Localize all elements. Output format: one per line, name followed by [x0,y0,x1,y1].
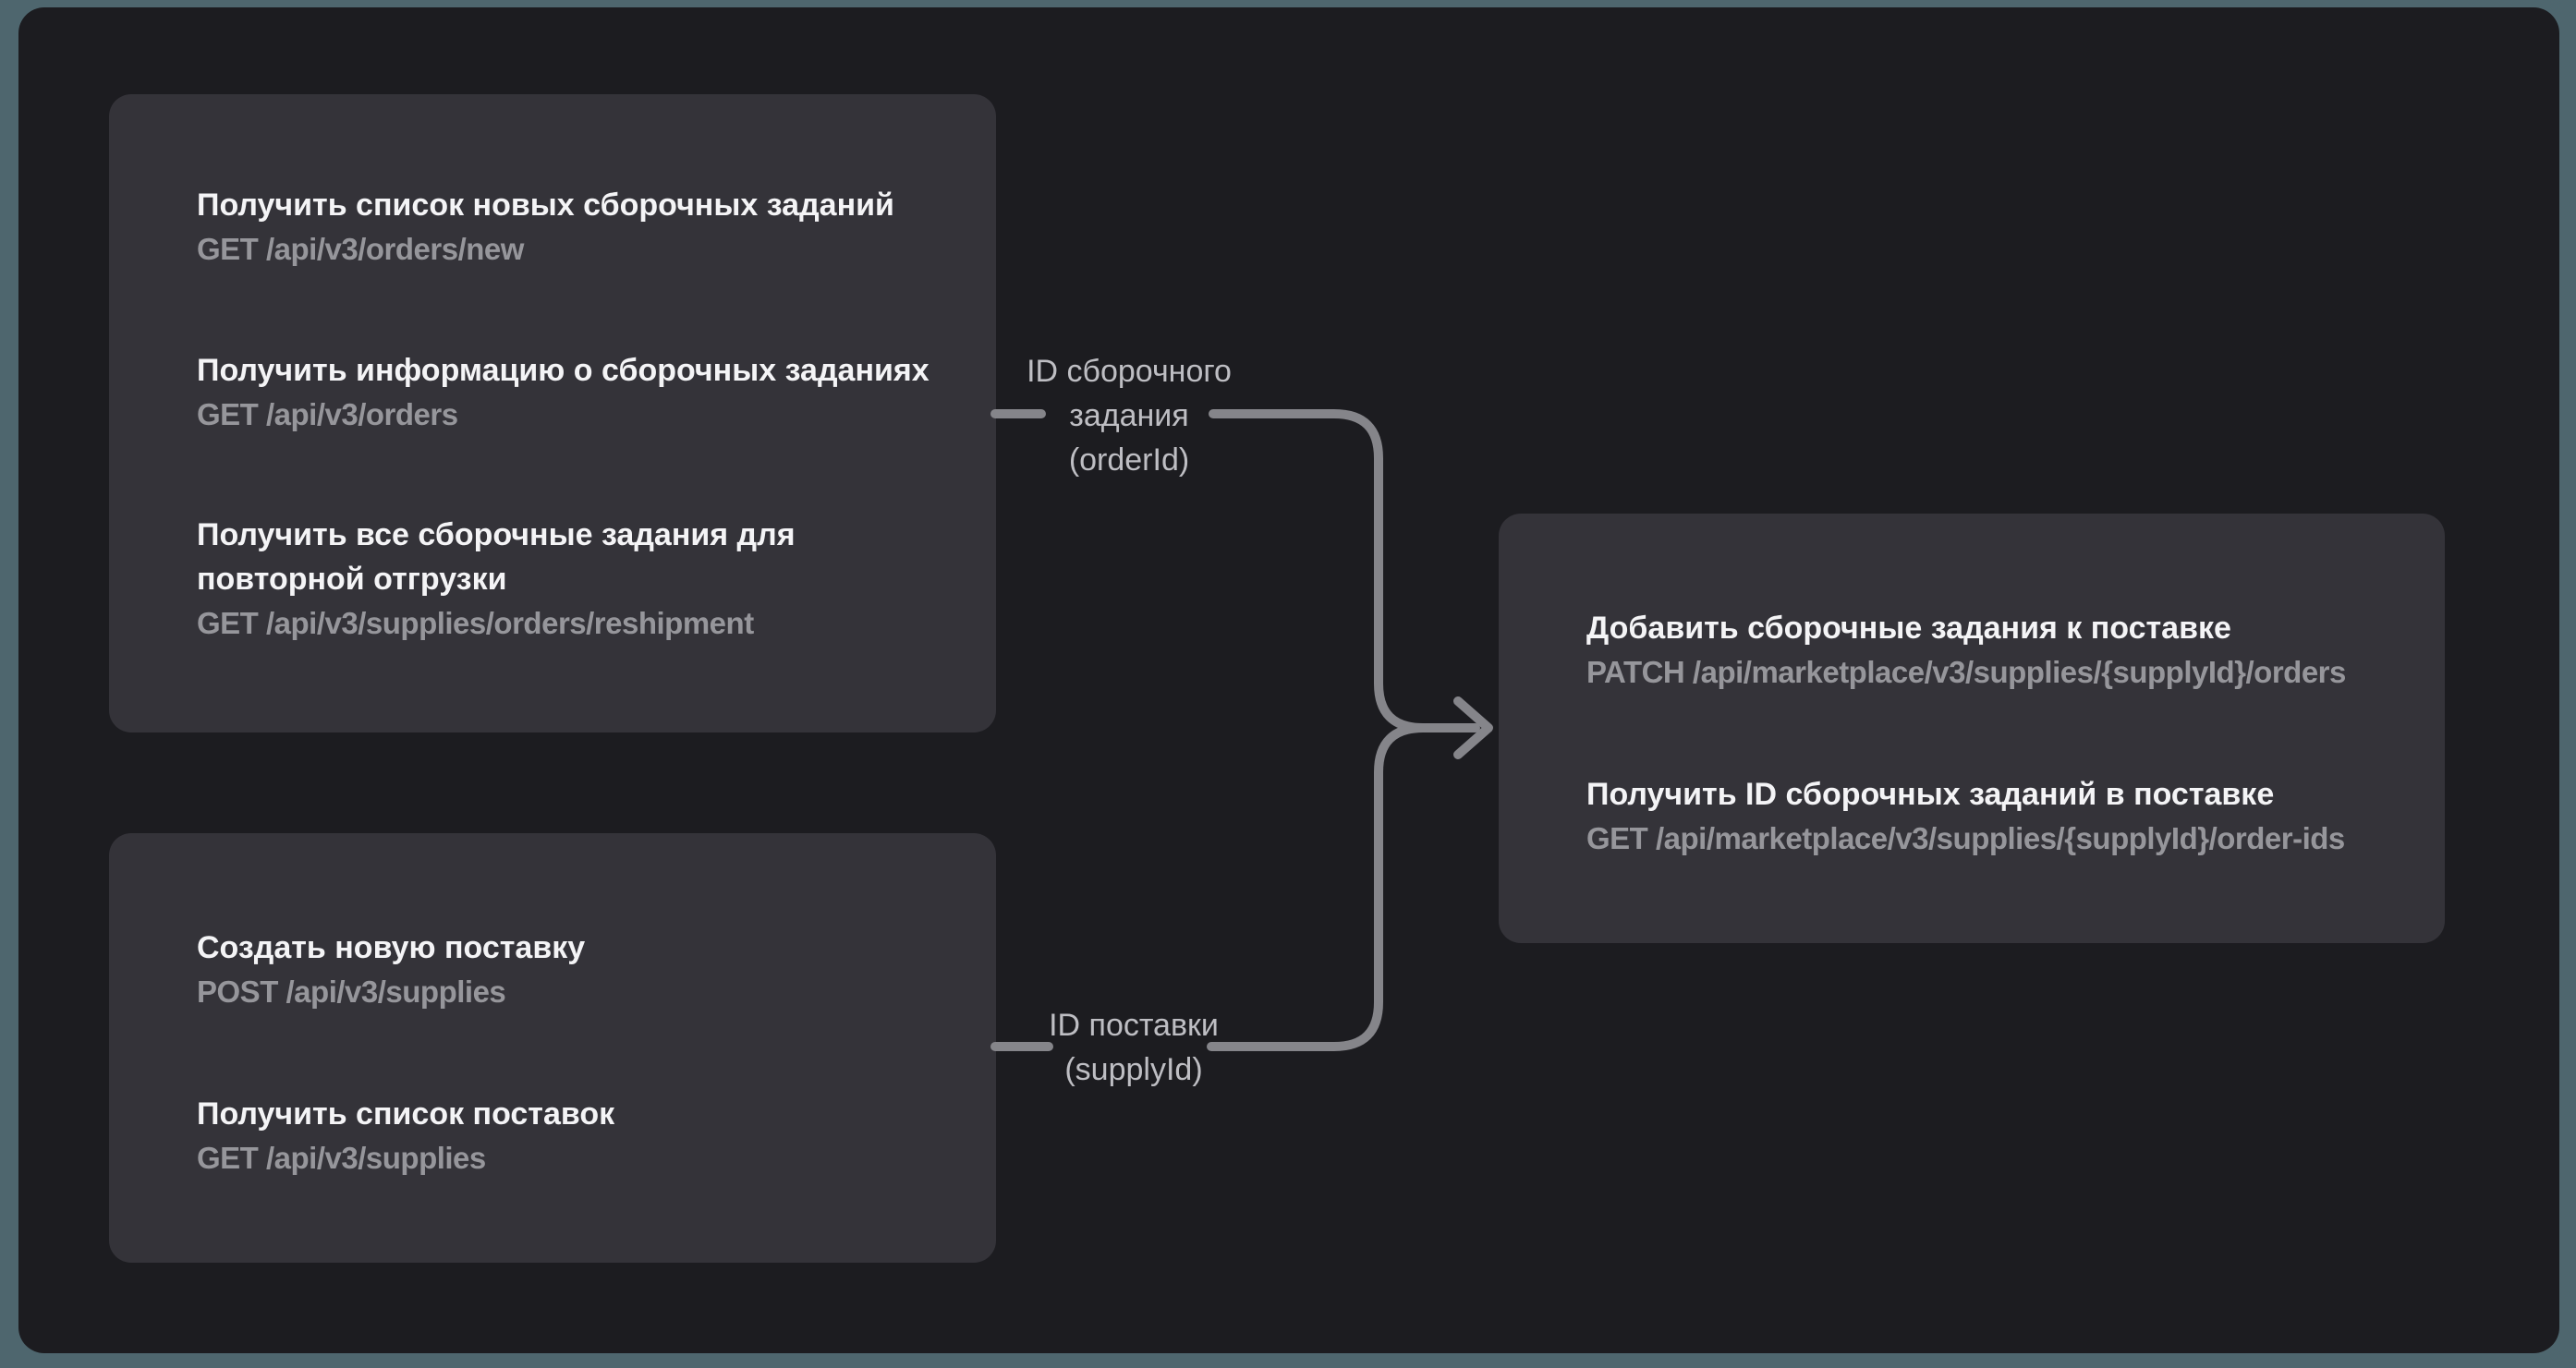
supplies-endpoints-card: Создать новую поставку POST /api/v3/supp… [109,833,996,1263]
endpoint-item: Получить ID сборочных заданий в поставке… [1586,772,2408,861]
supply-id-label: ID поставки (supplyId) [1000,1003,1268,1092]
endpoint-title: Добавить сборочные задания к поставке [1586,606,2408,650]
endpoint-title: Получить список поставок [197,1092,959,1136]
supply-id-label-line: (supplyId) [1000,1047,1268,1092]
endpoint-path: GET /api/v3/orders [197,393,959,437]
orders-endpoints-card: Получить список новых сборочных заданий … [109,94,996,732]
endpoint-title: Создать новую поставку [197,926,959,970]
endpoint-title: Получить все сборочные задания для повто… [197,513,959,601]
endpoint-item: Получить информацию о сборочных заданиях… [197,348,959,437]
endpoint-path: PATCH /api/marketplace/v3/supplies/{supp… [1586,650,2408,695]
endpoint-title: Получить информацию о сборочных заданиях [197,348,959,393]
endpoint-item: Добавить сборочные задания к поставке PA… [1586,606,2408,695]
order-id-label: ID сборочного задания (orderId) [995,349,1263,482]
diagram-canvas: Получить список новых сборочных заданий … [18,7,2559,1353]
endpoint-item: Получить все сборочные задания для повто… [197,513,959,646]
endpoint-item: Получить список новых сборочных заданий … [197,183,959,272]
order-id-label-line: ID сборочного [995,349,1263,393]
order-id-label-line: задания [995,393,1263,438]
endpoint-item: Создать новую поставку POST /api/v3/supp… [197,926,959,1014]
supply-id-label-line: ID поставки [1000,1003,1268,1047]
endpoint-title: Получить ID сборочных заданий в поставке [1586,772,2408,817]
endpoint-title: Получить список новых сборочных заданий [197,183,959,227]
endpoint-path: GET /api/v3/supplies/orders/reshipment [197,601,959,646]
endpoint-item: Получить список поставок GET /api/v3/sup… [197,1092,959,1180]
supply-orders-endpoints-card: Добавить сборочные задания к поставке PA… [1499,514,2445,943]
endpoint-path: GET /api/v3/orders/new [197,227,959,272]
endpoint-path: POST /api/v3/supplies [197,970,959,1014]
endpoint-path: GET /api/marketplace/v3/supplies/{supply… [1586,817,2408,861]
order-id-label-line: (orderId) [995,438,1263,482]
endpoint-path: GET /api/v3/supplies [197,1136,959,1180]
